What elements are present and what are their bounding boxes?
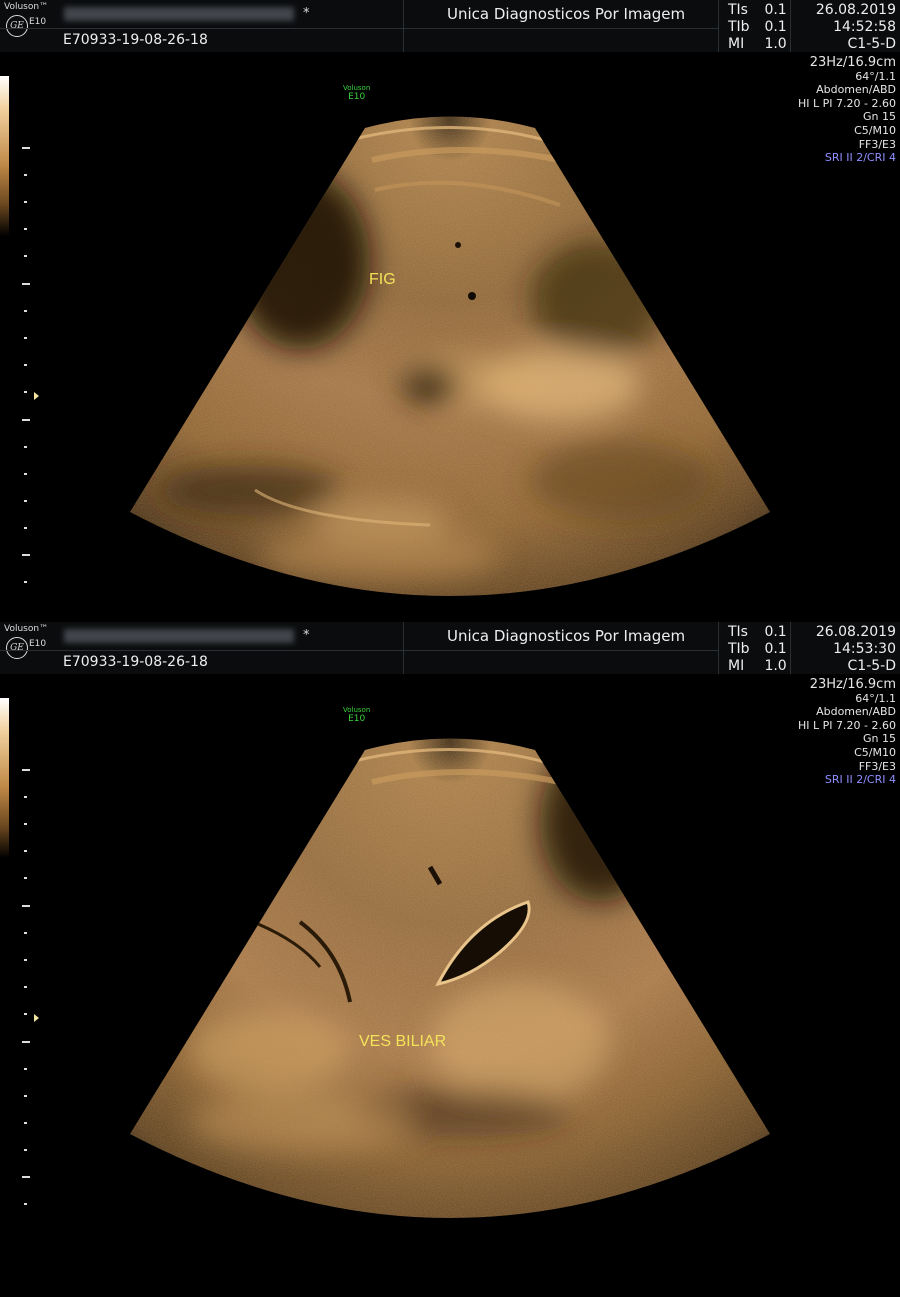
ultrasound-image — [130, 116, 770, 596]
annotation-label: VES BILIAR — [359, 1033, 447, 1050]
ultrasound-panel-1: Voluson™ GE E10 * Unica Diagnosticos Por… — [0, 0, 900, 620]
ultrasound-image — [130, 738, 770, 1218]
annotation-label: FIG — [369, 271, 396, 288]
ultrasound-panel-2: Voluson™ GE E10 * Unica Diagnosticos Por… — [0, 622, 900, 1297]
